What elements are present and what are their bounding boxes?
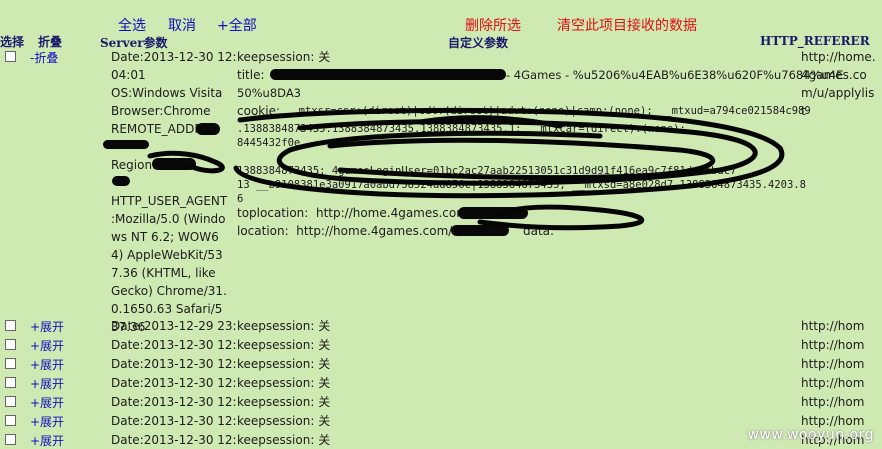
clear-project-data-link[interactable]: 清空此项目接收的数据: [557, 15, 697, 35]
referer-value: http://hom: [801, 357, 865, 371]
redaction-mark: [270, 69, 506, 80]
expand-toggle[interactable]: +展开: [30, 318, 64, 335]
server-os: OS:Windows Visita: [111, 86, 223, 100]
keepsession-field: keepsession: 关: [237, 374, 330, 392]
row-checkbox[interactable]: [5, 415, 16, 426]
keepsession-field: keepsession: 关: [237, 431, 330, 449]
keepsession-label: keepsession:: [237, 414, 315, 428]
keepsession-label: keepsession:: [237, 338, 315, 352]
row-checkbox[interactable]: [5, 51, 16, 62]
keepsession-label: keepsession:: [237, 319, 315, 333]
server-date: Date:2013-12-30 12:: [111, 376, 237, 390]
delete-selected-link[interactable]: 删除所选: [465, 15, 521, 35]
cookie-line-2: .1388384873435.1388384873435.13883848734…: [237, 123, 686, 135]
column-header-fold: 折叠: [38, 35, 63, 49]
server-user-agent-label: HTTP_USER_AGENT: [111, 194, 228, 208]
keepsession-value: 关: [318, 357, 331, 371]
column-header-custom-params: 自定义参数: [448, 36, 509, 50]
redaction-mark: [196, 123, 220, 135]
keepsession-value: 关: [318, 395, 331, 409]
redaction-mark: [152, 158, 196, 170]
server-remote-addr: REMOTE_ADDR:: [111, 122, 207, 136]
keepsession-value: 关: [318, 414, 331, 428]
collapse-toggle[interactable]: -折叠: [30, 49, 58, 66]
toplocation-value: http://home.4games.com/u: [315, 206, 480, 220]
column-header-select: 选择: [0, 35, 25, 49]
server-browser: Browser:Chrome: [111, 104, 211, 118]
row-checkbox[interactable]: [5, 377, 16, 388]
keepsession-field: keepsession: 关: [237, 336, 330, 354]
cookie-line-3: 8445432f0e: [237, 137, 301, 149]
title-label: title:: [237, 68, 265, 82]
server-date: Date:2013-12-30 12:: [111, 395, 237, 409]
server-region: Region:: [111, 158, 157, 172]
cancel-selection-link[interactable]: 取消: [168, 15, 196, 35]
expand-toggle[interactable]: +展开: [30, 413, 64, 430]
cookie-line-5: 13 __b9108381e3a0917a0abd758524ad856c|13…: [237, 179, 806, 191]
referer-value: http://hom: [801, 395, 865, 409]
keepsession-field: keepsession: 关: [237, 393, 330, 411]
referer-value: http://hom: [801, 376, 865, 390]
expand-toggle[interactable]: +展开: [30, 337, 64, 354]
column-header-http-referer: HTTP_REFERER: [760, 34, 870, 48]
keepsession-label: keepsession:: [237, 357, 315, 371]
keepsession-label: keepsession:: [237, 376, 315, 390]
server-date: Date:2013-12-30 12:: [111, 50, 237, 64]
server-date: Date:2013-12-30 12:: [111, 338, 237, 352]
keepsession-value: 关: [318, 319, 331, 333]
server-date-time: 04:01: [111, 68, 146, 82]
referer-value: http://home.4games.com/u/applylist: [801, 50, 876, 118]
toplocation-label: toplocation:: [237, 206, 309, 220]
location-value: http://home.4games.com/u/: [296, 224, 464, 238]
expand-toggle[interactable]: +展开: [30, 375, 64, 392]
redaction-mark: [451, 225, 509, 236]
keepsession-field: keepsession: 关: [237, 355, 330, 373]
select-all-link[interactable]: 全选: [118, 15, 146, 35]
row-checkbox[interactable]: [5, 320, 16, 331]
row-checkbox[interactable]: [5, 358, 16, 369]
location-label: location:: [237, 224, 289, 238]
row-checkbox[interactable]: [5, 396, 16, 407]
redaction-mark: [103, 140, 149, 149]
cookie-line-1: __mtxsr=csr:(direct)|cdt:(direct)|advt:(…: [286, 105, 811, 117]
toplocation-field: toplocation: http://home.4games.com/u: [237, 204, 480, 222]
keepsession-field: keepsession: 关: [237, 317, 330, 335]
referer-value: http://hom: [801, 319, 865, 333]
data-label: data:: [523, 224, 555, 238]
redaction-mark: [458, 207, 528, 219]
expand-toggle[interactable]: +展开: [30, 432, 64, 449]
row-checkbox[interactable]: [5, 434, 16, 445]
keepsession-label: keepsession:: [237, 395, 315, 409]
referer-value: http://hom: [801, 338, 865, 352]
server-date: Date:2013-12-29 23:: [111, 319, 237, 333]
keepsession-field: keepsession: 关: [237, 48, 330, 66]
expand-all-link[interactable]: +全部: [217, 15, 257, 35]
location-field: location: http://home.4games.com/u/: [237, 222, 464, 240]
keepsession-value: 关: [318, 376, 331, 390]
row-checkbox[interactable]: [5, 339, 16, 350]
expand-toggle[interactable]: +展开: [30, 394, 64, 411]
keepsession-label: keepsession:: [237, 50, 315, 64]
watermark: www.wooyun.org: [747, 427, 874, 443]
expand-toggle[interactable]: +展开: [30, 356, 64, 373]
server-date: Date:2013-12-30 12:: [111, 357, 237, 371]
keepsession-value: 关: [318, 338, 331, 352]
keepsession-field: keepsession: 关: [237, 412, 330, 430]
server-date: Date:2013-12-30 12:: [111, 433, 237, 447]
title-value-line2: 50%u8DA3: [237, 86, 302, 100]
keepsession-value: 关: [318, 50, 331, 64]
server-date: Date:2013-12-30 12:: [111, 414, 237, 428]
redaction-mark: [112, 176, 130, 186]
cookie-label: cookie:: [237, 104, 280, 118]
title-value: - 4Games - %u5206%u4EAB%u6E38%u620F%u768…: [506, 68, 844, 82]
